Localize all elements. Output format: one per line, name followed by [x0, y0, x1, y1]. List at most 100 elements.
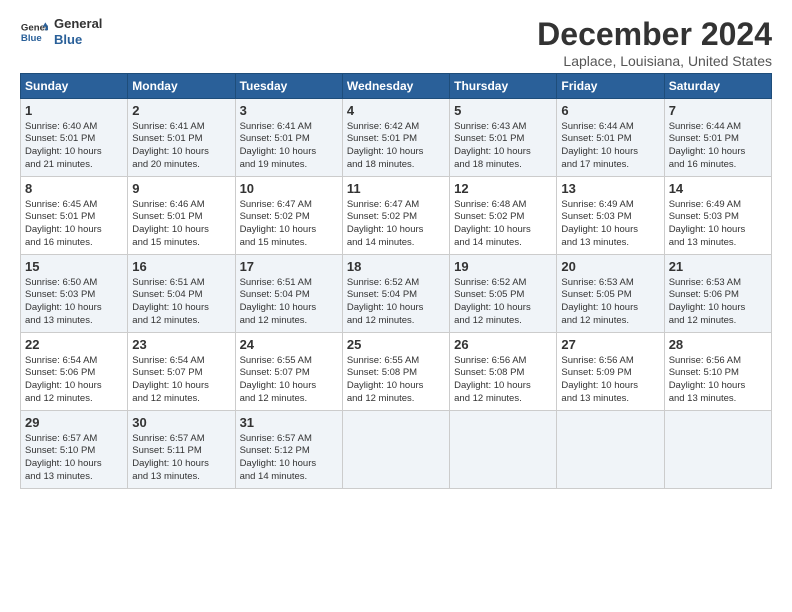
calendar-cell: 27Sunrise: 6:56 AMSunset: 5:09 PMDayligh… — [557, 333, 664, 411]
cell-line: and 12 minutes. — [25, 393, 123, 406]
day-number: 13 — [561, 180, 659, 198]
day-number: 27 — [561, 336, 659, 354]
col-header-sunday: Sunday — [21, 74, 128, 99]
logo: General Blue General Blue — [20, 16, 102, 47]
day-number: 5 — [454, 102, 552, 120]
cell-line: Daylight: 10 hours — [25, 380, 123, 393]
cell-line: Sunset: 5:07 PM — [132, 367, 230, 380]
calendar-cell: 9Sunrise: 6:46 AMSunset: 5:01 PMDaylight… — [128, 177, 235, 255]
cell-line: Sunset: 5:02 PM — [347, 211, 445, 224]
cell-line: Sunrise: 6:56 AM — [561, 355, 659, 368]
cell-line: and 20 minutes. — [132, 159, 230, 172]
cell-line: Daylight: 10 hours — [132, 380, 230, 393]
col-header-tuesday: Tuesday — [235, 74, 342, 99]
calendar-cell: 12Sunrise: 6:48 AMSunset: 5:02 PMDayligh… — [450, 177, 557, 255]
cell-line: Sunrise: 6:53 AM — [561, 277, 659, 290]
cell-line: Sunset: 5:04 PM — [240, 289, 338, 302]
cell-line: Sunset: 5:06 PM — [25, 367, 123, 380]
day-number: 17 — [240, 258, 338, 276]
day-number: 2 — [132, 102, 230, 120]
cell-line: Sunset: 5:02 PM — [240, 211, 338, 224]
cell-line: Sunrise: 6:56 AM — [454, 355, 552, 368]
cell-line: and 12 minutes. — [454, 393, 552, 406]
cell-line: and 13 minutes. — [25, 315, 123, 328]
cell-line: Daylight: 10 hours — [669, 380, 767, 393]
cell-line: Sunset: 5:01 PM — [25, 133, 123, 146]
cell-line: Sunset: 5:01 PM — [454, 133, 552, 146]
cell-line: Sunrise: 6:52 AM — [454, 277, 552, 290]
day-number: 19 — [454, 258, 552, 276]
cell-line: Daylight: 10 hours — [25, 302, 123, 315]
day-number: 23 — [132, 336, 230, 354]
calendar-cell: 10Sunrise: 6:47 AMSunset: 5:02 PMDayligh… — [235, 177, 342, 255]
day-number: 24 — [240, 336, 338, 354]
cell-line: and 15 minutes. — [240, 237, 338, 250]
cell-line: Sunset: 5:01 PM — [561, 133, 659, 146]
cell-line: Daylight: 10 hours — [454, 380, 552, 393]
cell-line: Daylight: 10 hours — [454, 302, 552, 315]
cell-line: Sunrise: 6:51 AM — [240, 277, 338, 290]
col-header-monday: Monday — [128, 74, 235, 99]
cell-line: Daylight: 10 hours — [454, 224, 552, 237]
cell-line: Daylight: 10 hours — [240, 302, 338, 315]
cell-line: Sunset: 5:03 PM — [561, 211, 659, 224]
cell-line: Sunrise: 6:44 AM — [561, 121, 659, 134]
cell-line: Sunset: 5:12 PM — [240, 445, 338, 458]
logo-icon: General Blue — [20, 18, 48, 46]
cell-line: Sunset: 5:01 PM — [669, 133, 767, 146]
cell-line: Daylight: 10 hours — [132, 458, 230, 471]
cell-line: Daylight: 10 hours — [240, 458, 338, 471]
day-number: 20 — [561, 258, 659, 276]
cell-line: Daylight: 10 hours — [132, 302, 230, 315]
day-number: 1 — [25, 102, 123, 120]
cell-line: and 12 minutes. — [132, 393, 230, 406]
calendar-cell: 5Sunrise: 6:43 AMSunset: 5:01 PMDaylight… — [450, 99, 557, 177]
calendar-table: SundayMondayTuesdayWednesdayThursdayFrid… — [20, 73, 772, 489]
cell-line: Sunrise: 6:48 AM — [454, 199, 552, 212]
cell-line: Sunset: 5:10 PM — [25, 445, 123, 458]
day-number: 9 — [132, 180, 230, 198]
cell-line: and 18 minutes. — [454, 159, 552, 172]
day-number: 15 — [25, 258, 123, 276]
cell-line: Sunrise: 6:46 AM — [132, 199, 230, 212]
calendar-cell: 25Sunrise: 6:55 AMSunset: 5:08 PMDayligh… — [342, 333, 449, 411]
cell-line: Sunset: 5:02 PM — [454, 211, 552, 224]
cell-line: Sunset: 5:09 PM — [561, 367, 659, 380]
cell-line: and 12 minutes. — [669, 315, 767, 328]
col-header-friday: Friday — [557, 74, 664, 99]
cell-line: Sunrise: 6:49 AM — [669, 199, 767, 212]
calendar-cell: 13Sunrise: 6:49 AMSunset: 5:03 PMDayligh… — [557, 177, 664, 255]
day-number: 16 — [132, 258, 230, 276]
calendar-cell: 20Sunrise: 6:53 AMSunset: 5:05 PMDayligh… — [557, 255, 664, 333]
calendar-cell: 6Sunrise: 6:44 AMSunset: 5:01 PMDaylight… — [557, 99, 664, 177]
calendar-cell — [450, 411, 557, 489]
cell-line: Sunrise: 6:40 AM — [25, 121, 123, 134]
cell-line: and 13 minutes. — [669, 237, 767, 250]
calendar-cell: 22Sunrise: 6:54 AMSunset: 5:06 PMDayligh… — [21, 333, 128, 411]
calendar-cell: 24Sunrise: 6:55 AMSunset: 5:07 PMDayligh… — [235, 333, 342, 411]
cell-line: Sunset: 5:08 PM — [454, 367, 552, 380]
cell-line: and 13 minutes. — [561, 393, 659, 406]
cell-line: Sunrise: 6:45 AM — [25, 199, 123, 212]
cell-line: Sunset: 5:04 PM — [132, 289, 230, 302]
cell-line: Sunrise: 6:50 AM — [25, 277, 123, 290]
cell-line: Daylight: 10 hours — [240, 224, 338, 237]
day-number: 12 — [454, 180, 552, 198]
col-header-thursday: Thursday — [450, 74, 557, 99]
calendar-cell: 26Sunrise: 6:56 AMSunset: 5:08 PMDayligh… — [450, 333, 557, 411]
calendar-cell: 8Sunrise: 6:45 AMSunset: 5:01 PMDaylight… — [21, 177, 128, 255]
cell-line: Sunset: 5:01 PM — [25, 211, 123, 224]
cell-line: Sunrise: 6:49 AM — [561, 199, 659, 212]
cell-line: Sunset: 5:01 PM — [240, 133, 338, 146]
cell-line: and 14 minutes. — [454, 237, 552, 250]
calendar-cell: 14Sunrise: 6:49 AMSunset: 5:03 PMDayligh… — [664, 177, 771, 255]
calendar-cell: 21Sunrise: 6:53 AMSunset: 5:06 PMDayligh… — [664, 255, 771, 333]
day-number: 14 — [669, 180, 767, 198]
cell-line: and 13 minutes. — [561, 237, 659, 250]
cell-line: Sunrise: 6:47 AM — [240, 199, 338, 212]
calendar-cell — [664, 411, 771, 489]
day-number: 10 — [240, 180, 338, 198]
cell-line: and 12 minutes. — [347, 315, 445, 328]
calendar-cell — [557, 411, 664, 489]
day-number: 18 — [347, 258, 445, 276]
